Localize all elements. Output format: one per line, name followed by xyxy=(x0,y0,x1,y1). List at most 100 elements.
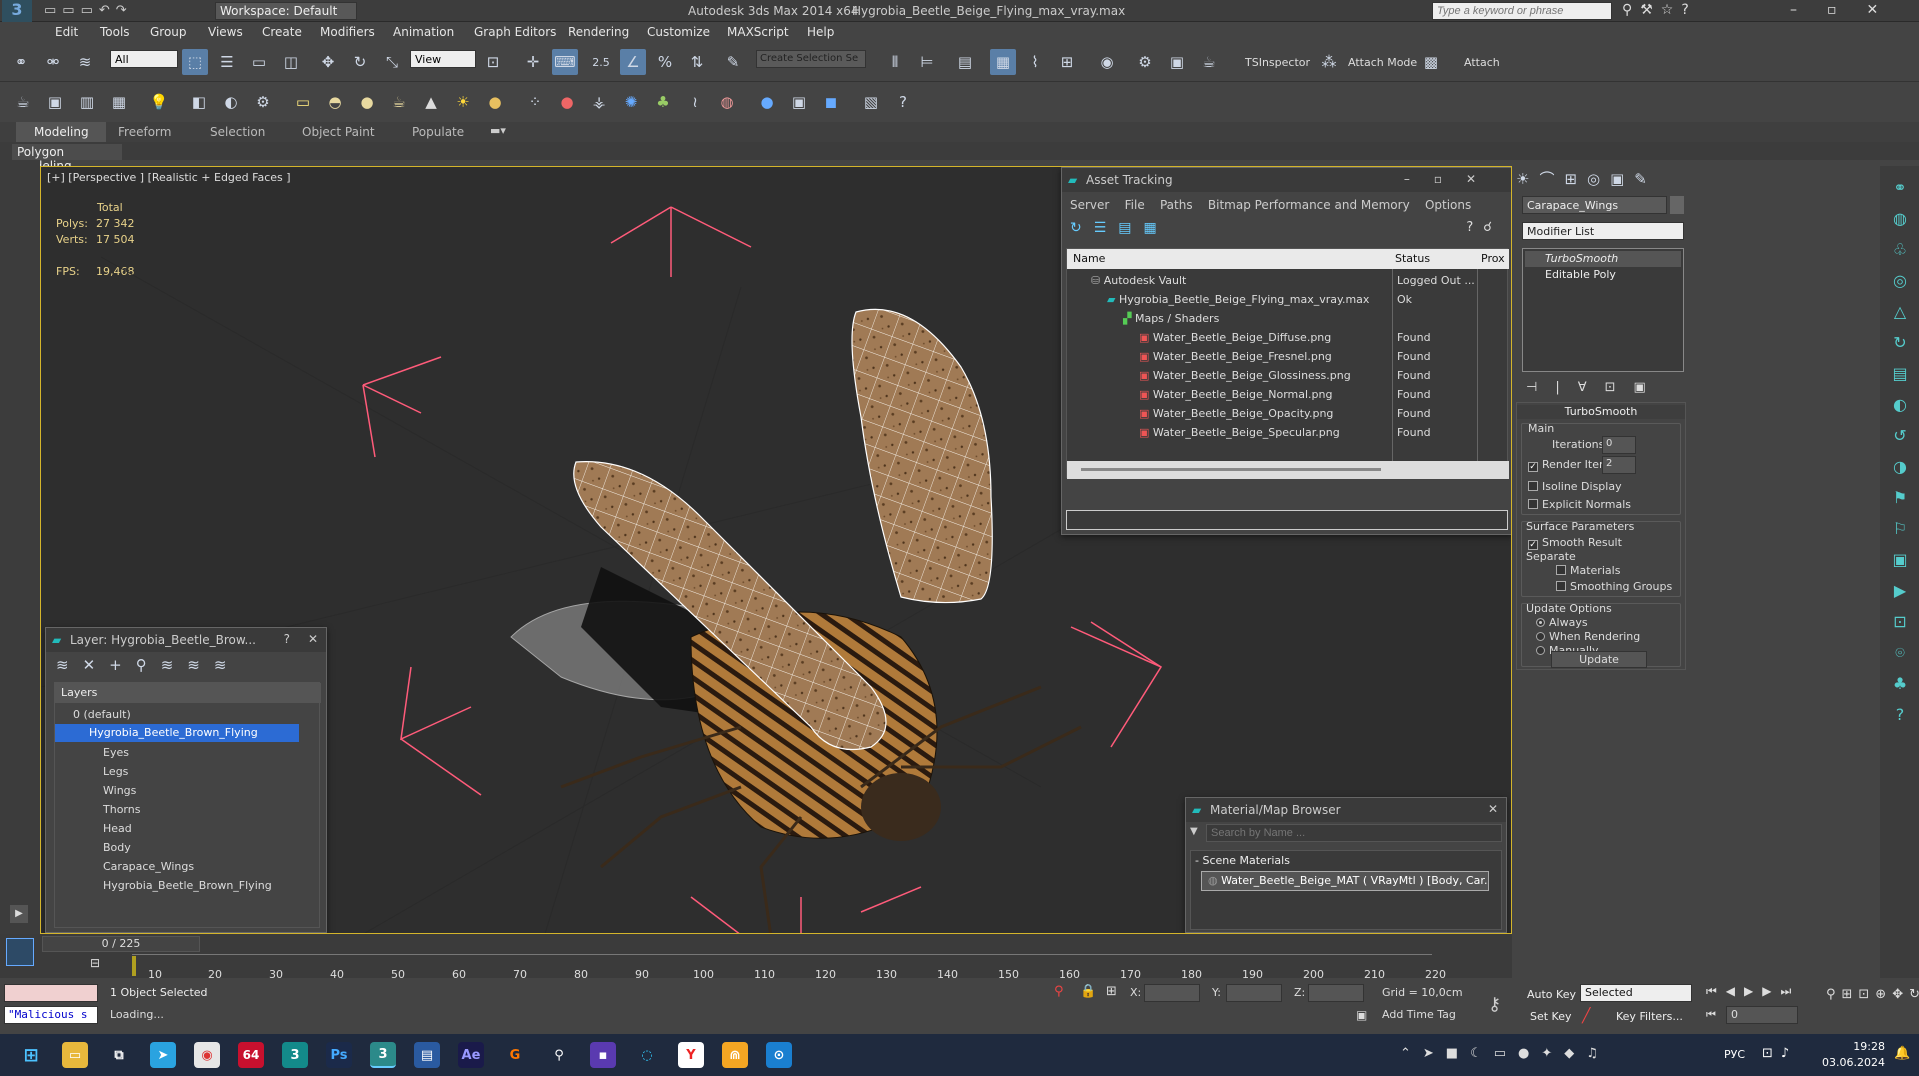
dynamics-icon[interactable]: ● xyxy=(554,89,580,115)
lock-icon[interactable]: 🔒 xyxy=(1080,984,1096,999)
chrome-icon[interactable]: ◉ xyxy=(194,1042,220,1068)
stack-item-turbosmooth[interactable]: TurboSmooth xyxy=(1525,251,1681,267)
badge-64-icon[interactable]: 64 xyxy=(238,1042,264,1068)
bind-spacewarp-icon[interactable]: ≋ xyxy=(72,49,98,75)
3dsmax-active-icon[interactable]: 3 xyxy=(370,1042,396,1068)
tab-modeling[interactable]: Modeling xyxy=(16,122,106,142)
layer-object[interactable]: Body xyxy=(103,838,131,857)
scene-explorer-icon[interactable]: ▦ xyxy=(990,49,1016,75)
menu-file[interactable]: File xyxy=(1125,198,1145,212)
rollout-title[interactable]: TurboSmooth xyxy=(1517,405,1685,419)
quick-access-icons[interactable]: ▭▭▭↶↷ xyxy=(44,3,133,18)
menu-edit[interactable]: Edit xyxy=(55,25,78,39)
menu-group[interactable]: Group xyxy=(150,25,187,39)
menu-views[interactable]: Views xyxy=(208,25,243,39)
auto-key-button[interactable]: Auto Key xyxy=(1527,988,1576,1001)
asset-toolbar-icons[interactable]: ↻☰▤▦ xyxy=(1070,220,1169,236)
angle-snap-icon[interactable]: ∠ xyxy=(620,49,646,75)
asset-row[interactable]: ▣ Water_Beetle_Beige_Specular.png xyxy=(1139,423,1340,442)
vray-frame-icon[interactable]: ▣ xyxy=(786,89,812,115)
asset-row[interactable]: ▣ Water_Beetle_Beige_Opacity.png xyxy=(1139,404,1333,423)
asset-row[interactable]: ▞ Maps / Shaders xyxy=(1123,309,1219,328)
viewport-nav-icons[interactable]: ⚲⊞⊡⊕✥↻⊙⤢ xyxy=(1826,984,1919,1006)
stack-item-editable-poly[interactable]: Editable Poly xyxy=(1525,267,1681,283)
material-editor-icon[interactable]: ◉ xyxy=(1094,49,1120,75)
layer-item[interactable]: 0 (default) xyxy=(73,705,131,724)
key-mode-dropdown[interactable]: Selected xyxy=(1580,984,1692,1002)
render-preview-icon[interactable]: ▣ xyxy=(42,89,68,115)
particle-icon[interactable]: ⁘ xyxy=(522,89,548,115)
sphere-icon[interactable]: ● xyxy=(354,89,380,115)
vray-settings-icon[interactable]: ▧ xyxy=(858,89,884,115)
attach-mode-label[interactable]: Attach Mode xyxy=(1348,56,1417,69)
info-center-icons[interactable]: ⚲⚒☆? xyxy=(1622,2,1697,18)
menu-server[interactable]: Server xyxy=(1070,198,1109,212)
tab-freeform[interactable]: Freeform xyxy=(118,125,171,139)
render-setup-icon[interactable]: ⚙ xyxy=(1132,49,1158,75)
layer-object[interactable]: Head xyxy=(103,819,132,838)
y-coordinate-field[interactable] xyxy=(1226,984,1282,1002)
spinner-snap-icon[interactable]: ⇅ xyxy=(684,49,710,75)
gears-icon[interactable]: ⚙ xyxy=(250,89,276,115)
modifier-list-dropdown[interactable]: Modifier List xyxy=(1522,222,1684,240)
layer-object[interactable]: Hygrobia_Beetle_Brown_Flying xyxy=(103,876,272,895)
render-iters-checkbox[interactable]: ✓ Render Iters: xyxy=(1528,458,1613,472)
layer-object[interactable]: Wings xyxy=(103,781,136,800)
rect-selection-icon[interactable]: ▭ xyxy=(246,49,272,75)
attach-label[interactable]: Attach xyxy=(1464,56,1500,69)
set-key-icon[interactable]: ╱ xyxy=(1582,1008,1590,1024)
move-icon[interactable]: ✥ xyxy=(315,49,341,75)
object-color-swatch[interactable] xyxy=(1670,196,1684,214)
yandex-icon[interactable]: Y xyxy=(678,1042,704,1068)
asset-tracking-title-bar[interactable]: ▰ Asset Tracking –▫✕ xyxy=(1062,168,1511,192)
layer-panel-title-bar[interactable]: Layer: Hygrobia_Beetle_Brow... ▰ ? ✕ xyxy=(46,628,326,652)
vray-cube-icon[interactable]: ◼ xyxy=(818,89,844,115)
menu-animation[interactable]: Animation xyxy=(393,25,454,39)
materials-checkbox[interactable]: Materials xyxy=(1556,564,1620,577)
after-effects-icon[interactable]: Ae xyxy=(458,1042,484,1068)
snap-toggle-icon[interactable]: 2.5 xyxy=(588,49,614,75)
3dsmax-icon[interactable]: 3 xyxy=(282,1042,308,1068)
camera-app-icon[interactable]: ⊙ xyxy=(766,1042,792,1068)
material-search-input[interactable] xyxy=(1206,824,1502,842)
window-controls[interactable]: –▫✕ xyxy=(1404,172,1500,186)
curve-editor-icon[interactable]: ⌇ xyxy=(1022,49,1048,75)
network-volume-icons[interactable]: ⊡♪ xyxy=(1762,1046,1797,1061)
close-icon[interactable]: ✕ xyxy=(308,632,318,646)
playback-controls[interactable]: ⏮◀▶▶⏭ xyxy=(1706,984,1800,999)
hair-icon[interactable]: ≀ xyxy=(682,89,708,115)
menu-tools[interactable]: Tools xyxy=(100,25,130,39)
mini-listener-icon[interactable] xyxy=(6,938,34,966)
select-manipulate-icon[interactable]: ✛ xyxy=(520,49,546,75)
maxscript-listener-input[interactable]: "Malicious s xyxy=(4,1006,98,1024)
browser-options-icon[interactable]: ▼ xyxy=(1190,826,1198,837)
clock-date[interactable]: 03.06.2024 xyxy=(1820,1056,1885,1069)
app-orange-icon[interactable]: ⋒ xyxy=(722,1042,748,1068)
time-slider[interactable]: 0 / 225 xyxy=(42,936,200,952)
lightbulb-icon[interactable]: 💡 xyxy=(146,89,172,115)
layer-object[interactable]: Carapace_Wings xyxy=(103,857,194,876)
ts-inspector-label[interactable]: TSInspector xyxy=(1245,56,1310,69)
polygon-modeling-panel[interactable]: Polygon Modeling xyxy=(12,144,122,173)
menu-options[interactable]: Options xyxy=(1425,198,1471,212)
sphere-light-icon[interactable]: ● xyxy=(482,89,508,115)
asset-row[interactable]: ▣ Water_Beetle_Beige_Fresnel.png xyxy=(1139,347,1332,366)
explicit-normals-checkbox[interactable]: Explicit Normals xyxy=(1528,498,1631,511)
telegram-icon[interactable]: ➤ xyxy=(150,1042,176,1068)
layer-object[interactable]: Legs xyxy=(103,762,128,781)
current-frame-field[interactable]: 0 xyxy=(1726,1006,1798,1024)
save-icon[interactable]: ▪ xyxy=(590,1042,616,1068)
link-icon[interactable]: ⚭ xyxy=(8,49,34,75)
z-coordinate-field[interactable] xyxy=(1308,984,1364,1002)
goto-start-icon[interactable]: ⏮ xyxy=(1706,1008,1716,1022)
notification-icon[interactable]: 🔔 xyxy=(1894,1046,1910,1061)
render-icon[interactable]: ☕ xyxy=(1196,49,1222,75)
layer-object[interactable]: Eyes xyxy=(103,743,129,762)
camera-icon[interactable]: ◧ xyxy=(186,89,212,115)
asset-row[interactable]: ▣ Water_Beetle_Beige_Normal.png xyxy=(1139,385,1332,404)
scale-icon[interactable]: ⤡ xyxy=(379,49,405,75)
when-rendering-radio[interactable]: When Rendering xyxy=(1536,630,1640,643)
col-name[interactable]: Name xyxy=(1073,252,1105,265)
search-input[interactable] xyxy=(1432,2,1612,20)
render-iters-spinner[interactable]: 2 xyxy=(1602,456,1636,474)
